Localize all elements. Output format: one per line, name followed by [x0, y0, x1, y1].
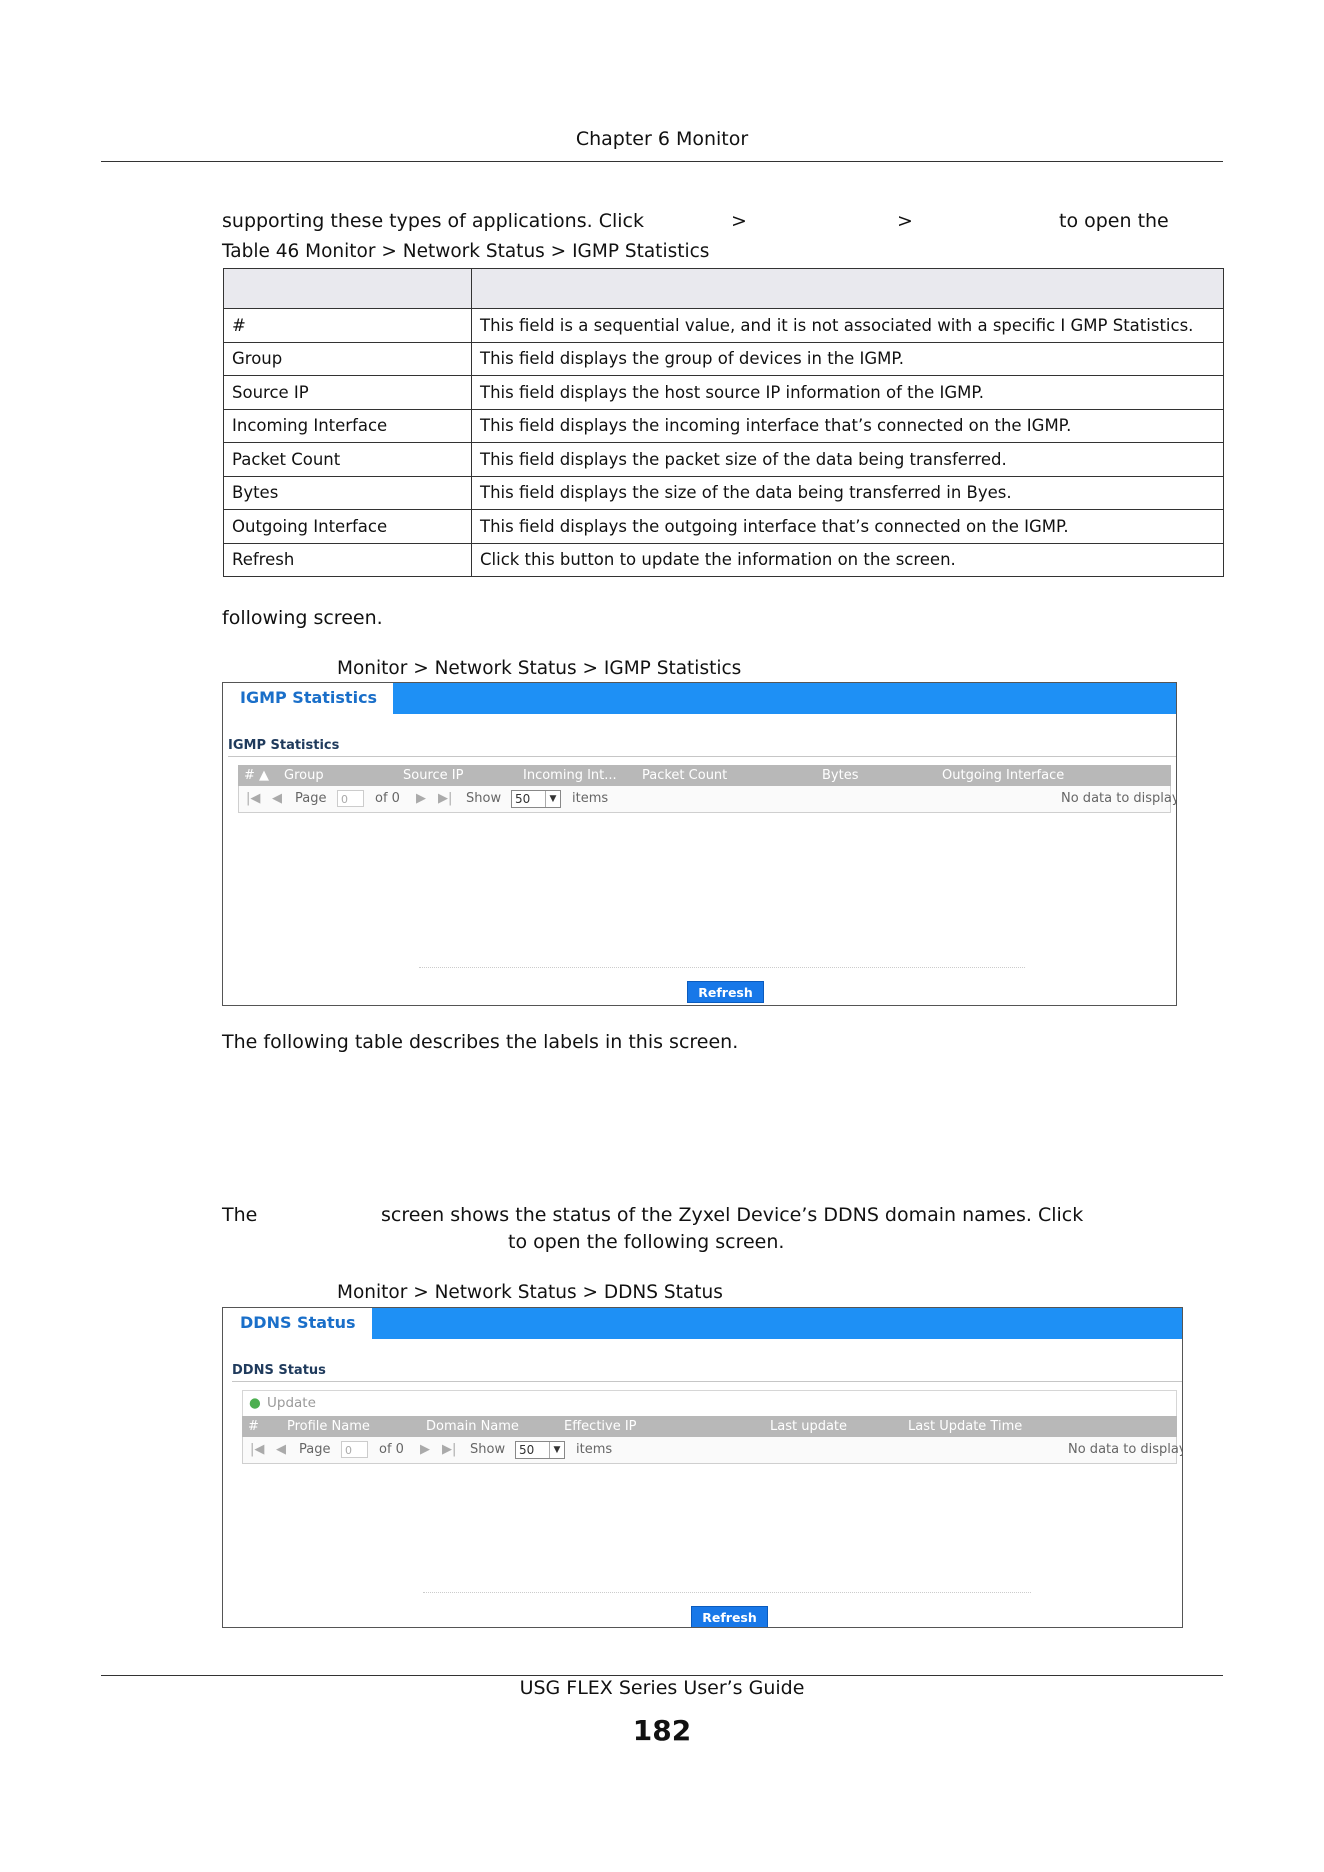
- next-page-icon[interactable]: ▶: [420, 1442, 430, 1457]
- intro-separator: >: [897, 210, 913, 232]
- column-header-profile-name[interactable]: Profile Name: [287, 1419, 370, 1434]
- chapter-header: Chapter 6 Monitor: [575, 128, 749, 150]
- page-size-select[interactable]: 50 ▼: [515, 1441, 565, 1459]
- tab-ddns-status[interactable]: DDNS Status: [223, 1308, 372, 1339]
- ddns-intro-the: The: [222, 1204, 258, 1226]
- intro-text: supporting these types of applications. …: [222, 210, 644, 232]
- pager: |◀ ◀ Page 0 of 0 ▶ ▶| Show 50 ▼ items No…: [242, 1437, 1182, 1464]
- column-header-source-ip[interactable]: Source IP: [403, 768, 463, 783]
- page-label: Page: [295, 791, 327, 806]
- tab-igmp-statistics[interactable]: IGMP Statistics: [223, 683, 394, 714]
- column-header-index[interactable]: # ▲: [244, 768, 269, 783]
- ddns-status-screen: DDNS Status DDNS Status ● Update # Profi…: [222, 1307, 1183, 1628]
- previous-page-icon[interactable]: ◀: [272, 791, 282, 806]
- page-size-select[interactable]: 50 ▼: [511, 790, 561, 808]
- refresh-button[interactable]: Refresh: [687, 981, 764, 1003]
- pager: |◀ ◀ Page 0 of 0 ▶ ▶| Show 50 ▼ items No…: [238, 786, 1176, 813]
- page-number: 182: [632, 1714, 692, 1747]
- table-row: Source IP This field displays the host so…: [223, 375, 1224, 410]
- column-header-incoming-interface[interactable]: Incoming Int...: [523, 768, 617, 783]
- header-rule: [101, 161, 1223, 162]
- table-row: Incoming Interface This field displays th…: [223, 408, 1224, 443]
- intro-open-text: to open the: [1059, 210, 1169, 232]
- table-row: Outgoing Interface This field displays th…: [223, 509, 1224, 544]
- table-row: # This field is a sequential value, and i…: [223, 308, 1224, 343]
- empty-message: No data to display: [1068, 1442, 1183, 1457]
- table-header-row: [223, 268, 1224, 309]
- column-header-group[interactable]: Group: [284, 768, 324, 783]
- grid-header: # Profile Name Domain Name Effective IP …: [242, 1416, 1177, 1437]
- items-label: items: [576, 1442, 613, 1457]
- next-page-icon[interactable]: ▶: [416, 791, 426, 806]
- page-number-input[interactable]: 0: [341, 1441, 368, 1458]
- first-page-icon[interactable]: |◀: [250, 1442, 264, 1457]
- update-button[interactable]: Update: [267, 1395, 316, 1411]
- page-count: of 0: [375, 791, 400, 806]
- update-icon: ●: [249, 1395, 261, 1411]
- grid-header: # ▲ Group Source IP Incoming Int... Pack…: [238, 765, 1171, 786]
- table-row: Group This field displays the group of de…: [223, 341, 1224, 376]
- figure-caption: Monitor > Network Status > DDNS Status: [337, 1282, 723, 1303]
- column-header-effective-ip[interactable]: Effective IP: [564, 1419, 637, 1434]
- button-divider: [423, 1592, 1031, 1593]
- intro-separator: >: [731, 210, 747, 232]
- last-page-icon[interactable]: ▶|: [438, 791, 452, 806]
- section-divider: [228, 756, 1176, 757]
- first-page-icon[interactable]: |◀: [246, 791, 260, 806]
- items-label: items: [572, 791, 609, 806]
- section-title: DDNS Status: [232, 1363, 326, 1378]
- table-row: Packet Count This field displays the pack…: [223, 442, 1224, 477]
- column-header-packet-count[interactable]: Packet Count: [642, 768, 727, 783]
- show-label: Show: [470, 1442, 506, 1457]
- column-header-last-update-time[interactable]: Last Update Time: [908, 1419, 1022, 1434]
- column-header-domain-name[interactable]: Domain Name: [426, 1419, 519, 1434]
- refresh-button[interactable]: Refresh: [691, 1606, 768, 1627]
- description-table: # This field is a sequential value, and i…: [223, 268, 1224, 577]
- page-number-input[interactable]: 0: [337, 790, 364, 807]
- page-size-value: 50: [519, 1443, 535, 1457]
- toolbar: ● Update: [242, 1390, 1177, 1417]
- chevron-down-icon: ▼: [545, 791, 560, 807]
- section-title: IGMP Statistics: [228, 738, 340, 753]
- page-count: of 0: [379, 1442, 404, 1457]
- footer-guide-title: USG FLEX Series User’s Guide: [519, 1677, 805, 1699]
- section-divider: [232, 1381, 1182, 1382]
- paragraph: The following table describes the labels…: [222, 1031, 739, 1053]
- ddns-intro-text: screen shows the status of the Zyxel Dev…: [381, 1204, 1084, 1226]
- table-caption: Table 46 Monitor > Network Status > IGMP…: [222, 241, 710, 262]
- table-row: Refresh Click this button to update the i…: [223, 542, 1224, 577]
- table-row: Bytes This field displays the size of the…: [223, 475, 1224, 510]
- show-label: Show: [466, 791, 502, 806]
- empty-message: No data to display: [1061, 791, 1177, 806]
- page-label: Page: [299, 1442, 331, 1457]
- previous-page-icon[interactable]: ◀: [276, 1442, 286, 1457]
- figure-caption: Monitor > Network Status > IGMP Statisti…: [337, 658, 742, 679]
- column-header-bytes[interactable]: Bytes: [822, 768, 858, 783]
- last-page-icon[interactable]: ▶|: [442, 1442, 456, 1457]
- column-header-index[interactable]: #: [248, 1419, 259, 1434]
- column-header-last-update[interactable]: Last update: [770, 1419, 847, 1434]
- column-header-outgoing-interface[interactable]: Outgoing Interface: [942, 768, 1064, 783]
- chevron-down-icon: ▼: [549, 1442, 564, 1458]
- ddns-intro-text-2: to open the following screen.: [508, 1231, 785, 1253]
- igmp-statistics-screen: IGMP Statistics IGMP Statistics # ▲ Grou…: [222, 682, 1177, 1006]
- footer-rule: [101, 1675, 1223, 1676]
- button-divider: [419, 967, 1025, 968]
- following-screen-text: following screen.: [222, 607, 383, 629]
- page-size-value: 50: [515, 792, 531, 806]
